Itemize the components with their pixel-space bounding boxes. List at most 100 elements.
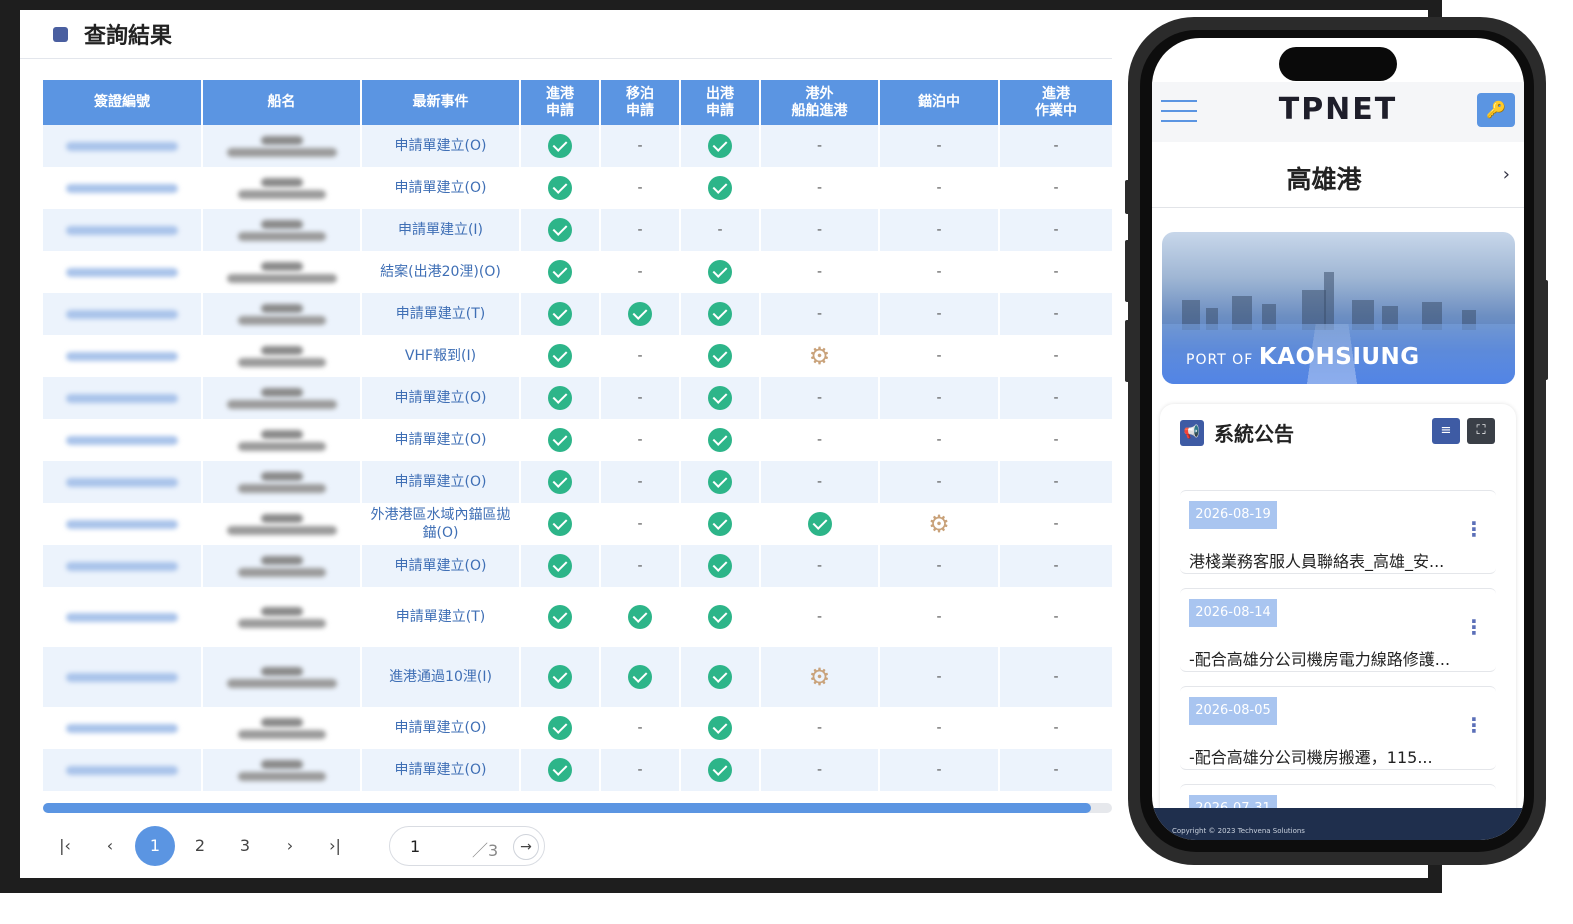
- check-circle-icon: [708, 512, 732, 536]
- table-row[interactable]: 申請單建立(O) - - - -: [43, 707, 1112, 749]
- latest-event-link[interactable]: 申請單建立(T): [396, 609, 485, 625]
- ship-name-cell: [202, 503, 362, 545]
- latest-event-link[interactable]: 申請單建立(O): [395, 762, 487, 778]
- latest-event-cell[interactable]: 申請單建立(O): [361, 461, 521, 503]
- more-vertical-icon[interactable]: ⋮: [1464, 617, 1484, 637]
- first-page-button[interactable]: |‹: [45, 826, 85, 866]
- col-header-visa-no[interactable]: 簽證編號: [43, 80, 203, 125]
- last-page-button[interactable]: ›|: [315, 826, 355, 866]
- table-row[interactable]: 申請單建立(O) - - - -: [43, 749, 1112, 791]
- page-button-3[interactable]: 3: [225, 826, 265, 866]
- visa-number-cell[interactable]: [43, 503, 203, 545]
- latest-event-cell[interactable]: 外港港區水域內錨區拋錨(O): [361, 503, 521, 545]
- visa-number-cell[interactable]: [43, 749, 203, 791]
- visa-number-cell[interactable]: [43, 251, 203, 293]
- latest-event-link[interactable]: 進港通過10浬(I): [389, 669, 492, 685]
- latest-event-cell[interactable]: 申請單建立(O): [361, 167, 521, 209]
- col-header-departure-request[interactable]: 出港 申請: [680, 80, 761, 125]
- latest-event-link[interactable]: 申請單建立(O): [395, 432, 487, 448]
- fullscreen-button[interactable]: ⛶: [1467, 418, 1495, 444]
- latest-event-link[interactable]: VHF報到(I): [405, 348, 476, 364]
- status-dash: -: [637, 720, 643, 736]
- port-selector[interactable]: 高雄港 ›: [1152, 142, 1524, 208]
- col-header-anchoring[interactable]: 錨泊中: [879, 80, 1000, 125]
- latest-event-cell[interactable]: 結案(出港20浬)(O): [361, 251, 521, 293]
- page-jump-box: 1 ／3 →: [389, 826, 545, 866]
- col-header-latest-event[interactable]: 最新事件: [361, 80, 521, 125]
- announcement-item[interactable]: 2026-08-19 港棧業務客服人員聯絡表_高雄_安... ⋮: [1180, 490, 1496, 574]
- table-row[interactable]: 外港港區水域內錨區拋錨(O) - ⚙ -: [43, 503, 1112, 545]
- table-row[interactable]: 申請單建立(T) - - -: [43, 587, 1112, 647]
- latest-event-cell[interactable]: 進港通過10浬(I): [361, 647, 521, 707]
- table-row[interactable]: 結案(出港20浬)(O) - - - -: [43, 251, 1112, 293]
- page-go-button[interactable]: →: [513, 834, 539, 860]
- col-header-ship-name[interactable]: 船名: [202, 80, 362, 125]
- visa-number-cell[interactable]: [43, 167, 203, 209]
- page-button-1[interactable]: 1: [135, 826, 175, 866]
- visa-number-cell[interactable]: [43, 335, 203, 377]
- page-jump-input[interactable]: 1: [410, 837, 420, 856]
- ship-name-cell: [202, 647, 362, 707]
- visa-number-cell[interactable]: [43, 419, 203, 461]
- table-row[interactable]: 申請單建立(T) - - -: [43, 293, 1112, 335]
- table-row[interactable]: 進港通過10浬(I) ⚙ - -: [43, 647, 1112, 707]
- latest-event-cell[interactable]: 申請單建立(O): [361, 377, 521, 419]
- visa-number-cell[interactable]: [43, 293, 203, 335]
- list-view-button[interactable]: ≡: [1432, 418, 1460, 444]
- latest-event-link[interactable]: 申請單建立(O): [395, 558, 487, 574]
- latest-event-link[interactable]: 結案(出港20浬)(O): [371, 263, 511, 281]
- page-button-2[interactable]: 2: [180, 826, 220, 866]
- status-dash: -: [816, 558, 823, 574]
- prev-page-button[interactable]: ‹: [90, 826, 130, 866]
- col-header-in-port-op[interactable]: 進港 作業中: [999, 80, 1112, 125]
- visa-number-cell[interactable]: [43, 461, 203, 503]
- latest-event-link[interactable]: 外港港區水域內錨區拋錨(O): [371, 506, 511, 542]
- latest-event-cell[interactable]: 申請單建立(T): [361, 293, 521, 335]
- latest-event-link[interactable]: 申請單建立(O): [395, 138, 487, 154]
- horizontal-scrollbar[interactable]: [43, 803, 1112, 813]
- table-row[interactable]: 申請單建立(I) - - - - -: [43, 209, 1112, 251]
- announcement-item[interactable]: 2026-08-14 -配合高雄分公司機房電力線路修護... ⋮: [1180, 588, 1496, 672]
- table-row[interactable]: VHF報到(I) - ⚙ - -: [43, 335, 1112, 377]
- more-vertical-icon[interactable]: ⋮: [1464, 519, 1484, 539]
- visa-number-cell[interactable]: [43, 377, 203, 419]
- table-row[interactable]: 申請單建立(O) - - - -: [43, 167, 1112, 209]
- visa-number-cell[interactable]: [43, 707, 203, 749]
- shift-request-cell: -: [600, 749, 681, 791]
- scrollbar-thumb[interactable]: [43, 803, 1091, 813]
- table-row[interactable]: 申請單建立(O) - - - -: [43, 125, 1112, 167]
- latest-event-cell[interactable]: 申請單建立(O): [361, 419, 521, 461]
- table-row[interactable]: 申請單建立(O) - - - -: [43, 545, 1112, 587]
- latest-event-cell[interactable]: 申請單建立(O): [361, 749, 521, 791]
- visa-number-cell[interactable]: [43, 545, 203, 587]
- latest-event-cell[interactable]: VHF報到(I): [361, 335, 521, 377]
- visa-number-cell[interactable]: [43, 125, 203, 167]
- latest-event-link[interactable]: 申請單建立(O): [395, 180, 487, 196]
- check-circle-icon: [548, 716, 572, 740]
- more-vertical-icon[interactable]: ⋮: [1464, 715, 1484, 735]
- visa-number-cell[interactable]: [43, 587, 203, 647]
- latest-event-link[interactable]: 申請單建立(I): [398, 222, 483, 238]
- announcement-item[interactable]: 2026-08-05 -配合高雄分公司機房搬遷，115... ⋮: [1180, 686, 1496, 770]
- key-login-button[interactable]: 🔑: [1477, 93, 1515, 127]
- latest-event-cell[interactable]: 申請單建立(O): [361, 125, 521, 167]
- latest-event-link[interactable]: 申請單建立(O): [395, 390, 487, 406]
- status-dash: -: [1053, 264, 1059, 280]
- outer-arrival-cell: -: [760, 293, 880, 335]
- table-row[interactable]: 申請單建立(O) - - - -: [43, 461, 1112, 503]
- col-header-shift-request[interactable]: 移泊 申請: [600, 80, 681, 125]
- col-header-arrival-request[interactable]: 進港 申請: [520, 80, 601, 125]
- latest-event-cell[interactable]: 申請單建立(O): [361, 707, 521, 749]
- latest-event-link[interactable]: 申請單建立(T): [396, 306, 485, 322]
- table-row[interactable]: 申請單建立(O) - - - -: [43, 377, 1112, 419]
- latest-event-cell[interactable]: 申請單建立(O): [361, 545, 521, 587]
- latest-event-cell[interactable]: 申請單建立(I): [361, 209, 521, 251]
- latest-event-cell[interactable]: 申請單建立(T): [361, 587, 521, 647]
- latest-event-link[interactable]: 申請單建立(O): [395, 474, 487, 490]
- col-header-outer-arrival[interactable]: 港外 船舶進港: [760, 80, 880, 125]
- table-row[interactable]: 申請單建立(O) - - - -: [43, 419, 1112, 461]
- visa-number-cell[interactable]: [43, 647, 203, 707]
- next-page-button[interactable]: ›: [270, 826, 310, 866]
- visa-number-cell[interactable]: [43, 209, 203, 251]
- latest-event-link[interactable]: 申請單建立(O): [395, 720, 487, 736]
